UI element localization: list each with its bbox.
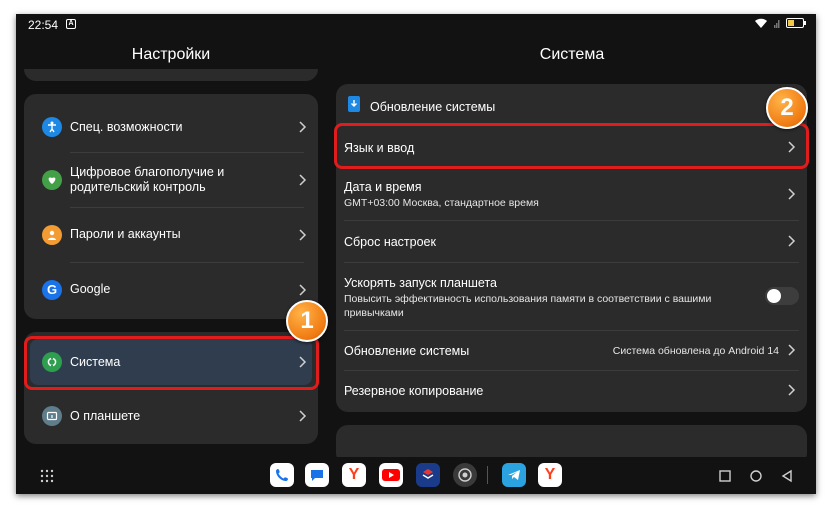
sidebar-item-label: Цифровое благополучие и родительский кон… (70, 164, 225, 194)
home-button[interactable] (749, 469, 763, 483)
accounts-icon (42, 224, 62, 245)
system-update-top-item[interactable]: Обновление системы (336, 84, 807, 122)
dock-separator (487, 466, 488, 484)
messages-app-icon[interactable] (305, 463, 329, 487)
system-update-icon (348, 96, 360, 112)
sidebar-item-label: Google (70, 282, 111, 296)
chevron-right-icon (788, 344, 796, 356)
camera-app-icon[interactable] (453, 463, 477, 487)
battery-icon (786, 18, 806, 28)
chevron-right-icon (299, 283, 307, 296)
backup-item[interactable]: Резервное копирование (336, 370, 807, 412)
system-update-label: Обновление системы (344, 344, 470, 358)
boost-launch-toggle[interactable] (765, 287, 799, 305)
chevron-right-icon (788, 235, 796, 247)
status-time: 22:54 (28, 18, 59, 32)
sidebar-item-about-tablet[interactable]: О планшете (24, 392, 318, 440)
navigation-bar: Y Y (16, 457, 816, 494)
accessibility-icon (42, 117, 62, 137)
chevron-right-icon (299, 228, 307, 241)
highlight-language-item (334, 123, 809, 169)
highlight-system-item (24, 336, 319, 390)
step-badge-1: 1 (286, 300, 328, 342)
chevron-right-icon (788, 384, 796, 396)
date-time-label: Дата и время (344, 180, 422, 194)
tablet-screen: 22:54 A Настройки Система Спец. возможно… (16, 14, 816, 494)
telegram-app-icon[interactable] (502, 463, 526, 487)
yandex-app-icon[interactable]: Y (342, 463, 366, 487)
chevron-right-icon (299, 410, 307, 422)
backup-label: Резервное копирование (344, 384, 484, 398)
settings-card-top (24, 69, 318, 81)
date-time-value: GMT+03:00 Москва, стандартное время (344, 197, 539, 209)
sidebar-item-passwords-accounts[interactable]: Пароли и аккаунты (24, 207, 318, 262)
system-update-status: Система обновлена до Android 14 (612, 345, 779, 357)
phone-app-icon[interactable] (270, 463, 294, 487)
boost-launch-label: Ускорять запуск планшета (344, 276, 497, 290)
wifi-icon (755, 18, 767, 28)
step-badge-2: 2 (766, 87, 808, 129)
recents-button[interactable] (718, 469, 732, 483)
gosuslugi-app-icon[interactable] (416, 463, 440, 487)
google-icon: G (42, 279, 62, 300)
settings-card-main: Спец. возможности Цифровое благополучие … (24, 94, 318, 319)
system-title: Система (539, 46, 605, 63)
app-drawer-icon[interactable] (40, 469, 54, 483)
youtube-app-icon[interactable] (379, 463, 403, 487)
chevron-right-icon (788, 188, 796, 200)
wellbeing-icon (42, 169, 62, 190)
chevron-right-icon (299, 121, 307, 133)
system-update-top-label: Обновление системы (370, 100, 496, 114)
yandex-browser-app-icon[interactable]: Y (538, 463, 562, 487)
reset-settings-label: Сброс настроек (344, 235, 436, 249)
system-update-item[interactable]: Обновление системы Система обновлена до … (336, 330, 807, 370)
boost-launch-description: Повысить эффективность использования пам… (344, 293, 712, 319)
boost-launch-item[interactable]: Ускорять запуск планшета Повысить эффект… (336, 262, 807, 330)
sidebar-item-label: О планшете (70, 408, 141, 423)
reset-settings-item[interactable]: Сброс настроек (336, 220, 807, 262)
sidebar-item-label: Спец. возможности (70, 119, 183, 134)
back-button[interactable] (780, 469, 794, 483)
sidebar-item-accessibility[interactable]: Спец. возможности (24, 102, 318, 152)
sidebar-item-google[interactable]: G Google (24, 262, 318, 317)
tablet-info-icon (42, 406, 62, 426)
sidebar-item-label: Пароли и аккаунты (70, 227, 181, 241)
settings-title: Настройки (131, 46, 211, 63)
status-icons (754, 17, 806, 29)
sidebar-item-digital-wellbeing[interactable]: Цифровое благополучие и родительский кон… (24, 152, 318, 207)
date-time-item[interactable]: Дата и время GMT+03:00 Москва, стандартн… (336, 168, 807, 220)
cellular-icon (774, 20, 780, 28)
status-bar: 22:54 A (16, 14, 816, 36)
chevron-right-icon (299, 173, 307, 186)
notification-icon: A (66, 19, 76, 29)
